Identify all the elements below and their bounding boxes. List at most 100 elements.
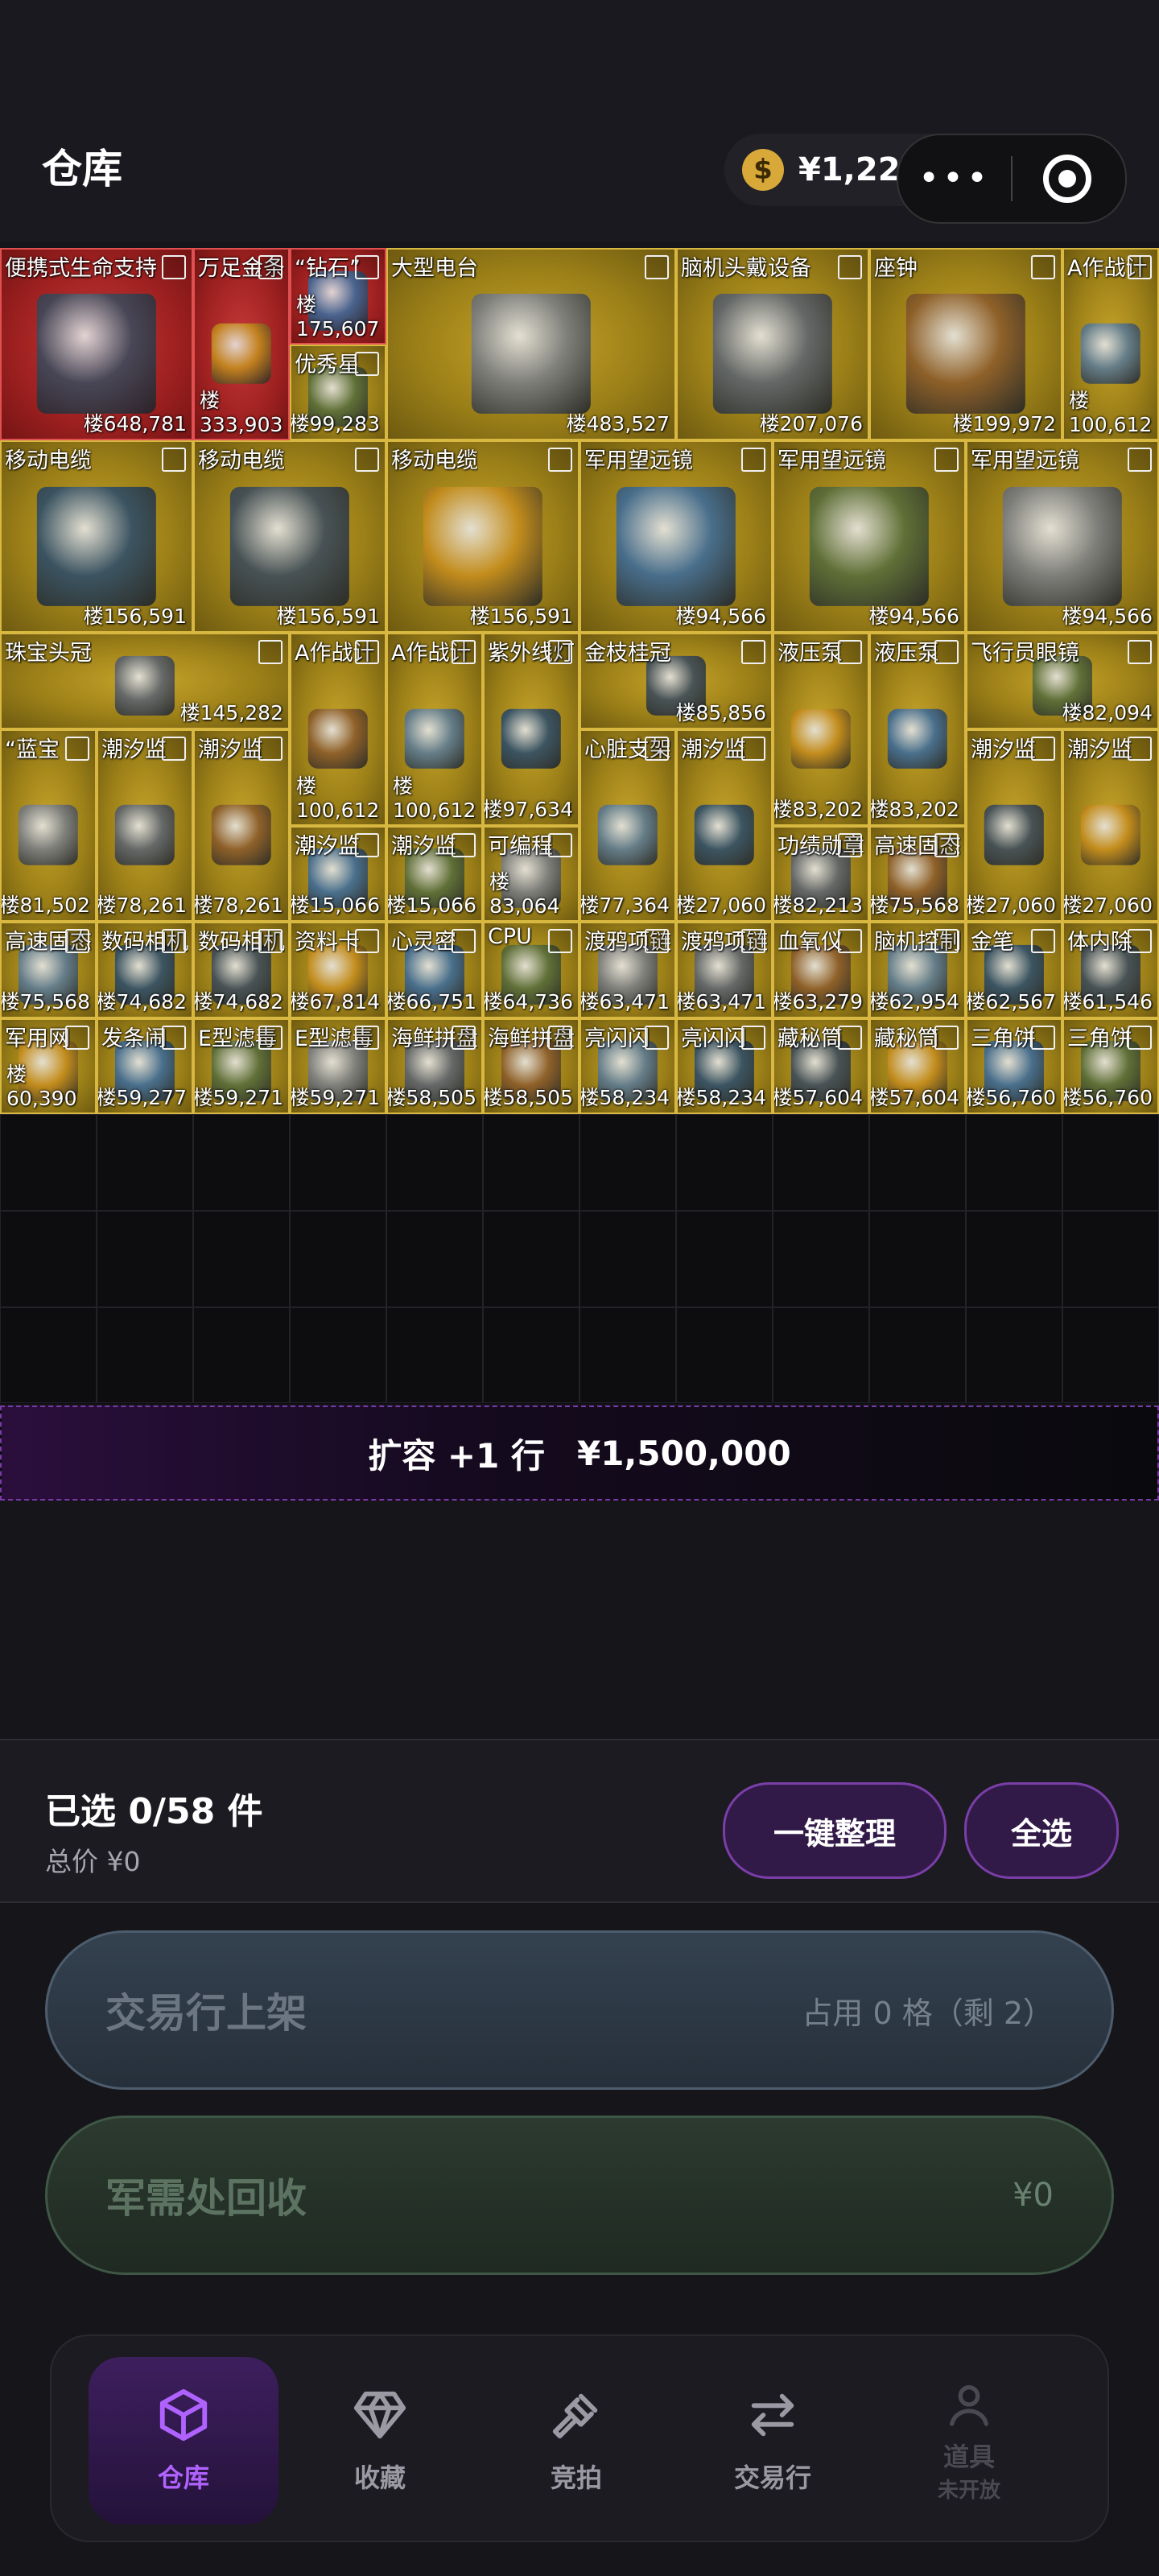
- inventory-item[interactable]: 资料卡 楼67,814: [290, 922, 386, 1018]
- item-checkbox[interactable]: [162, 255, 186, 279]
- item-checkbox[interactable]: [548, 1025, 572, 1050]
- item-checkbox[interactable]: [162, 737, 186, 761]
- item-checkbox[interactable]: [1128, 929, 1152, 954]
- inventory-item[interactable]: 紫外线灯 楼97,634: [483, 633, 580, 826]
- inventory-item[interactable]: 便携式生命支持 楼648,781: [0, 248, 193, 441]
- inventory-item[interactable]: 金笔 楼62,567: [966, 922, 1062, 1018]
- inventory-item[interactable]: 军用网楼 60,390: [0, 1018, 97, 1115]
- inventory-item[interactable]: 血氧仪 楼63,279: [773, 922, 869, 1018]
- nav-tab-auction[interactable]: 竞拍: [481, 2357, 671, 2524]
- trade-list-button[interactable]: 交易行上架 占用 0 格（剩 2）: [45, 1930, 1114, 2090]
- inventory-item[interactable]: 潮汐监 楼27,060: [966, 729, 1062, 923]
- item-checkbox[interactable]: [355, 640, 379, 665]
- inventory-item[interactable]: 珠宝头冠 楼145,282: [0, 633, 290, 729]
- more-dots-icon[interactable]: •••: [898, 161, 1011, 196]
- inventory-item[interactable]: 移动电缆 楼156,591: [386, 440, 580, 634]
- inventory-item[interactable]: 液压泵 楼83,202: [869, 633, 966, 826]
- item-checkbox[interactable]: [838, 640, 862, 665]
- item-checkbox[interactable]: [741, 640, 765, 665]
- item-checkbox[interactable]: [548, 929, 572, 954]
- inventory-item[interactable]: 潮汐监 楼15,066: [290, 825, 386, 923]
- nav-tab-props[interactable]: 道具 未开放: [874, 2357, 1064, 2524]
- inventory-item[interactable]: E型滤毒 楼59,271: [193, 1018, 290, 1115]
- item-checkbox[interactable]: [1031, 255, 1055, 279]
- inventory-item[interactable]: A作战计楼 100,612: [386, 633, 483, 826]
- inventory-item[interactable]: E型滤毒 楼59,271: [290, 1018, 386, 1115]
- inventory-item[interactable]: 潮汐监 楼27,060: [1062, 729, 1159, 923]
- item-checkbox[interactable]: [355, 929, 379, 954]
- item-checkbox[interactable]: [162, 448, 186, 473]
- inventory-item[interactable]: 潮汐监 楼78,261: [193, 729, 290, 923]
- item-checkbox[interactable]: [1128, 640, 1152, 665]
- item-checkbox[interactable]: [1031, 1025, 1055, 1050]
- item-checkbox[interactable]: [355, 351, 379, 376]
- inventory-item[interactable]: “钻石” 楼 175,607: [290, 248, 386, 345]
- inventory-item[interactable]: 三角饼 楼56,760: [966, 1018, 1062, 1115]
- item-checkbox[interactable]: [645, 1025, 669, 1050]
- nav-tab-market[interactable]: 交易行: [678, 2357, 868, 2524]
- item-checkbox[interactable]: [65, 1025, 89, 1050]
- inventory-item[interactable]: 海鲜拼盘 楼58,505: [386, 1018, 483, 1115]
- inventory-item[interactable]: 数码相机 楼74,682: [193, 922, 290, 1018]
- item-checkbox[interactable]: [65, 929, 89, 954]
- inventory-item[interactable]: 脑机控制 楼62,954: [869, 922, 966, 1018]
- inventory-item[interactable]: 飞行员眼镜 楼82,094: [966, 633, 1159, 729]
- item-checkbox[interactable]: [645, 255, 669, 279]
- item-checkbox[interactable]: [838, 255, 862, 279]
- inventory-item[interactable]: 优秀星 楼99,283: [290, 344, 386, 441]
- inventory-item[interactable]: 军用望远镜 楼94,566: [580, 440, 773, 634]
- item-checkbox[interactable]: [934, 448, 959, 473]
- item-checkbox[interactable]: [1128, 255, 1152, 279]
- item-checkbox[interactable]: [258, 255, 283, 279]
- inventory-item[interactable]: 金枝桂冠 楼85,856: [580, 633, 773, 729]
- item-checkbox[interactable]: [258, 640, 283, 665]
- inventory-item[interactable]: 军用望远镜 楼94,566: [966, 440, 1159, 634]
- expand-row-button[interactable]: 扩容 +1 行 ¥1,500,000: [0, 1406, 1159, 1501]
- select-all-button[interactable]: 全选: [964, 1782, 1119, 1879]
- inventory-item[interactable]: 高速固态 楼75,568: [0, 922, 97, 1018]
- inventory-item[interactable]: 心脏支架 楼77,364: [580, 729, 676, 923]
- inventory-item[interactable]: 亮闪闪 楼58,234: [676, 1018, 773, 1115]
- item-checkbox[interactable]: [838, 1025, 862, 1050]
- inventory-item[interactable]: 渡鸦项链 楼63,471: [580, 922, 676, 1018]
- item-checkbox[interactable]: [355, 832, 379, 857]
- item-checkbox[interactable]: [645, 929, 669, 954]
- inventory-item[interactable]: 大型电台 楼483,527: [386, 248, 676, 441]
- item-checkbox[interactable]: [1031, 929, 1055, 954]
- inventory-item[interactable]: 可编程楼 83,064: [483, 825, 580, 923]
- inventory-item[interactable]: 藏秘筒 楼57,604: [773, 1018, 869, 1115]
- item-checkbox[interactable]: [162, 929, 186, 954]
- inventory-item[interactable]: 心灵密 楼66,751: [386, 922, 483, 1018]
- item-checkbox[interactable]: [645, 737, 669, 761]
- inventory-item[interactable]: 移动电缆 楼156,591: [0, 440, 193, 634]
- inventory-item[interactable]: 海鲜拼盘 楼58,505: [483, 1018, 580, 1115]
- item-checkbox[interactable]: [934, 929, 959, 954]
- item-checkbox[interactable]: [548, 640, 572, 665]
- inventory-item[interactable]: 渡鸦项链 楼63,471: [676, 922, 773, 1018]
- item-checkbox[interactable]: [741, 929, 765, 954]
- item-checkbox[interactable]: [741, 448, 765, 473]
- item-checkbox[interactable]: [452, 640, 476, 665]
- item-checkbox[interactable]: [162, 1025, 186, 1050]
- nav-tab-warehouse[interactable]: 仓库: [89, 2357, 278, 2524]
- item-checkbox[interactable]: [1128, 448, 1152, 473]
- inventory-item[interactable]: A作战计楼 100,612: [290, 633, 386, 826]
- item-checkbox[interactable]: [65, 737, 89, 761]
- item-checkbox[interactable]: [452, 832, 476, 857]
- item-checkbox[interactable]: [355, 255, 379, 279]
- inventory-item[interactable]: “蓝宝 楼81,502: [0, 729, 97, 923]
- item-checkbox[interactable]: [452, 1025, 476, 1050]
- item-checkbox[interactable]: [355, 1025, 379, 1050]
- item-checkbox[interactable]: [741, 1025, 765, 1050]
- item-checkbox[interactable]: [258, 1025, 283, 1050]
- inventory-item[interactable]: 数码相机 楼74,682: [97, 922, 193, 1018]
- inventory-item[interactable]: 发条闹 楼59,277: [97, 1018, 193, 1115]
- inventory-item[interactable]: A作战计楼 100,612: [1062, 248, 1159, 441]
- inventory-item[interactable]: 军用望远镜 楼94,566: [773, 440, 966, 634]
- item-checkbox[interactable]: [452, 929, 476, 954]
- inventory-item[interactable]: 体内除 楼61,546: [1062, 922, 1159, 1018]
- inventory-item[interactable]: 潮汐监 楼27,060: [676, 729, 773, 923]
- recycle-button[interactable]: 军需处回收 ¥0: [45, 2116, 1114, 2275]
- item-checkbox[interactable]: [548, 448, 572, 473]
- inventory-item[interactable]: 藏秘筒 楼57,604: [869, 1018, 966, 1115]
